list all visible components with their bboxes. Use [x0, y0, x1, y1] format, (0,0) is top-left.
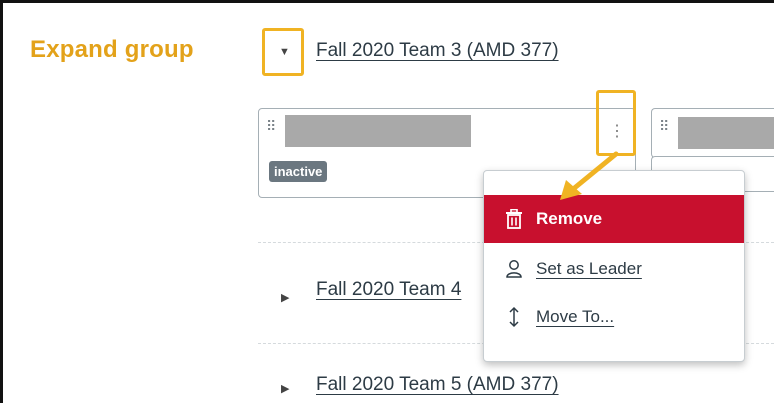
group-title-team-5[interactable]: Fall 2020 Team 5 (AMD 377): [316, 374, 559, 396]
member-name-redacted: [678, 117, 774, 149]
status-badge: inactive: [269, 161, 328, 182]
menu-item-move-to[interactable]: Move To...: [484, 293, 744, 341]
drag-handle-icon[interactable]: ⠿: [659, 119, 669, 133]
caret-right-icon[interactable]: ▶: [281, 291, 289, 304]
menu-item-label: Move To...: [536, 307, 615, 326]
menu-item-set-as-leader[interactable]: Set as Leader: [484, 245, 744, 293]
expand-toggle-highlight: [262, 28, 304, 76]
member-name-redacted: [285, 115, 471, 147]
menu-item-label: Set as Leader: [536, 259, 642, 278]
user-icon: [504, 258, 524, 280]
drag-handle-icon[interactable]: ⠿: [266, 119, 276, 133]
expand-group-annotation: Expand group: [30, 36, 194, 63]
trash-icon: [504, 208, 524, 230]
group-title-team-3[interactable]: Fall 2020 Team 3 (AMD 377): [316, 40, 559, 62]
annotation-arrow-icon: [560, 151, 619, 200]
caret-right-icon[interactable]: ▶: [281, 382, 289, 395]
move-vertical-icon: [504, 306, 524, 328]
group-title-team-4[interactable]: Fall 2020 Team 4: [316, 279, 461, 301]
member-card-2[interactable]: ⠿: [651, 108, 774, 158]
menu-item-label: Remove: [536, 209, 603, 228]
